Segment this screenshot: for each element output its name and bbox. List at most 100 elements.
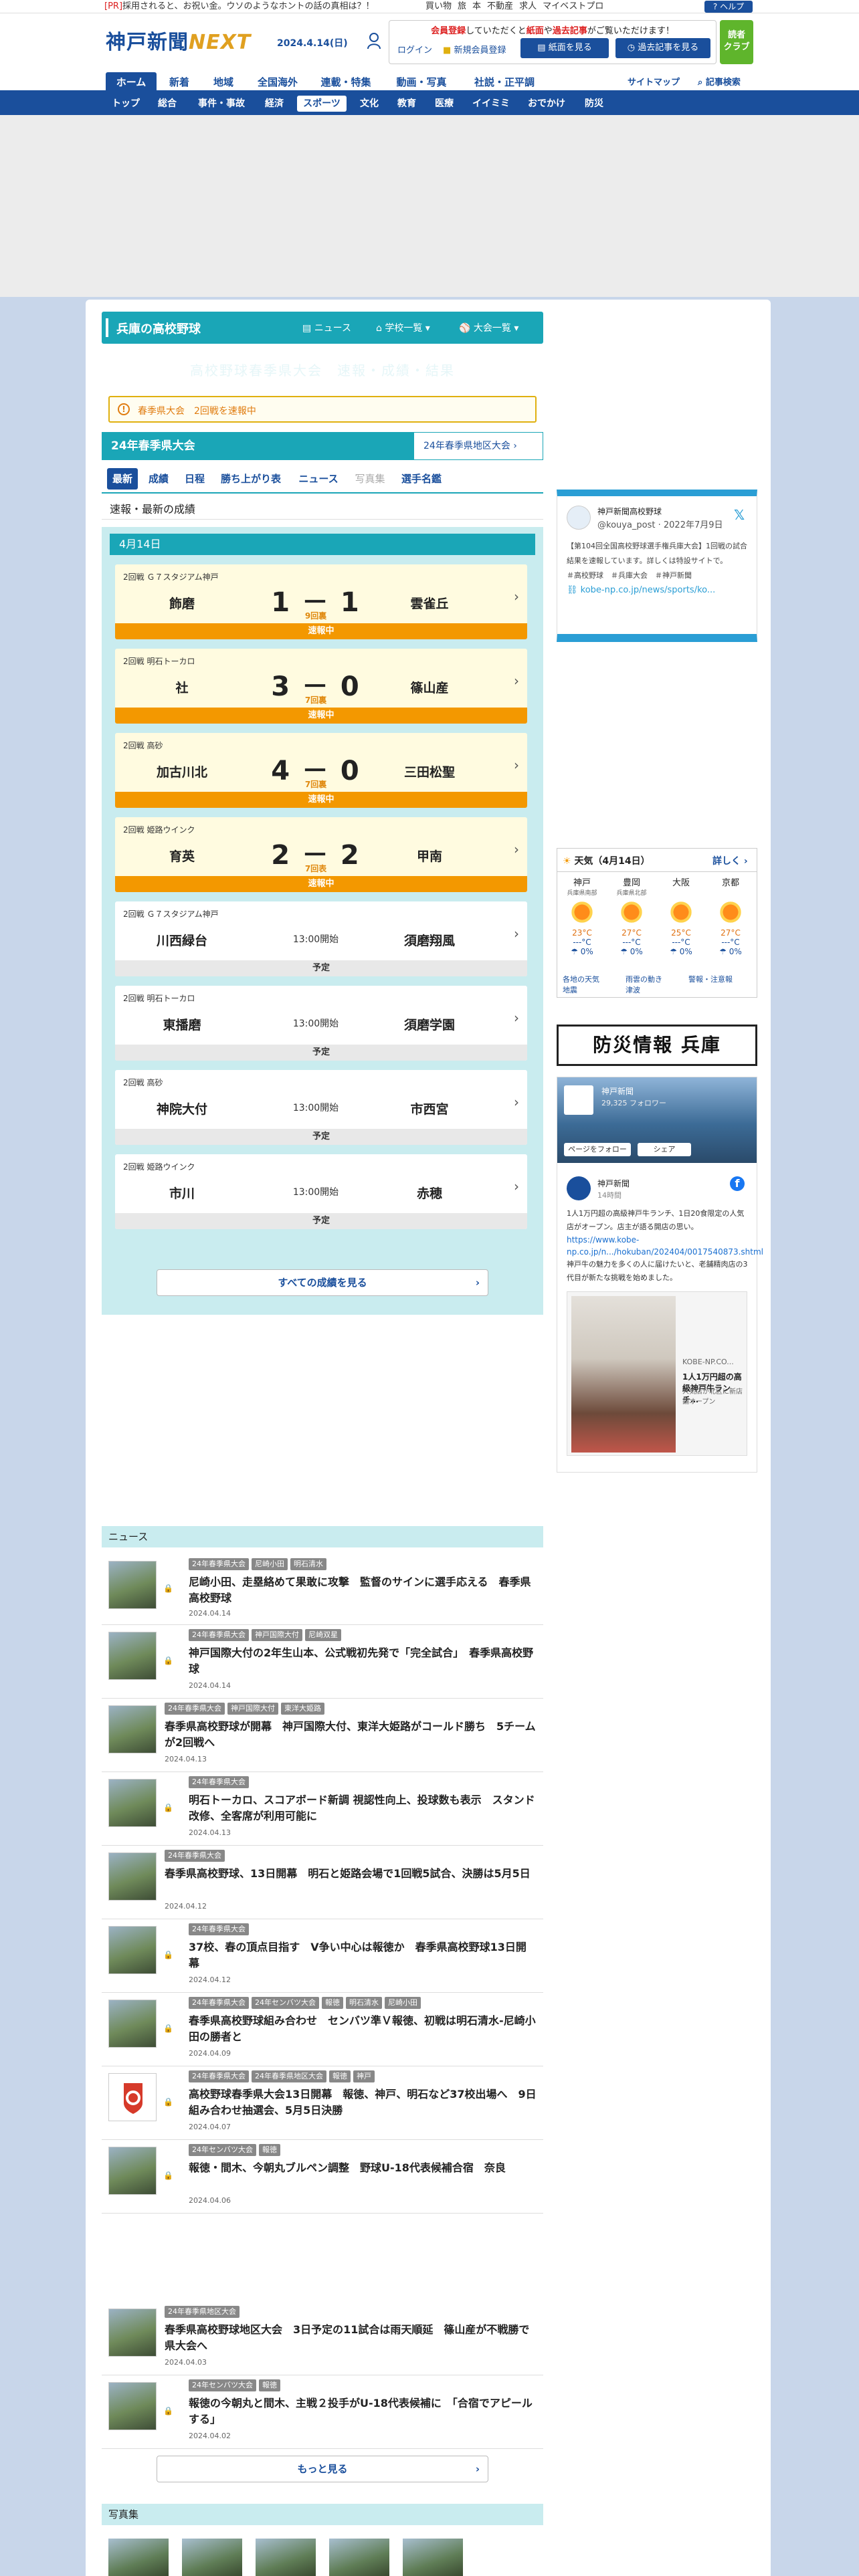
news-tag[interactable]: 報徳 [322,1997,343,2009]
top-link-books[interactable]: 本 [472,1,481,11]
tab-results[interactable]: 成績 [143,468,174,490]
facebook-icon[interactable]: f [730,1176,745,1191]
news-item[interactable]: 🔒 24年春季県大会 尼崎小田 明石清水 尼崎小田、走塁絡めて果敢に攻撃 監督のサイ… [102,1554,543,1625]
news-tag[interactable]: 神戸 [353,2070,375,2082]
news-title[interactable]: 明石トーカロ、スコアボード新調 視認性向上、投球数も表示 スタンド改修、全客席が… [189,1792,537,1824]
subnav-economy[interactable]: 経済 [260,96,289,112]
top-link-travel[interactable]: 旅 [458,1,466,11]
news-title[interactable]: 尼崎小田、走塁絡めて果敢に攻撃 監督のサインに選手応える 春季県高校野球 [189,1574,537,1606]
weather-link-earthquake[interactable]: 地震 [563,985,626,996]
news-item[interactable]: 🔒 24年春季県大会 明石トーカロ、スコアボード新調 視認性向上、投球数も表示 … [102,1772,543,1846]
fb-follow-button[interactable]: ページをフォロー [564,1143,631,1156]
news-tag[interactable]: 尼崎小田 [385,1997,421,2009]
news-tag[interactable]: 24年春季県大会 [189,1923,249,1935]
subnav-top[interactable]: トップ [108,96,143,112]
login-link[interactable]: ログイン [397,43,432,56]
news-tag[interactable]: 東洋大姫路 [281,1703,324,1715]
subnav-education[interactable]: 教育 [392,96,421,112]
photo-thumbnail[interactable] [329,2539,389,2576]
weather-link-tsunami[interactable]: 津波 [626,985,688,996]
tab-news[interactable]: ニュース [293,468,344,490]
nav-home[interactable]: ホーム [106,72,157,92]
news-item[interactable]: 24年春季県大会 神戸国際大付 東洋大姫路 春季県高校野球が開幕 神戸国際大付、東洋… [102,1699,543,1772]
pr-link[interactable]: [PR]採用されると、お祝い金。ウソのようなホントの話の真相は？！ [104,0,375,13]
subnav-sports[interactable]: スポーツ [297,96,347,112]
top-link-realestate[interactable]: 不動産 [487,1,513,11]
photo-thumbnail[interactable] [108,2539,169,2576]
weather-city[interactable]: 大阪 25°C ---°C ☂ 0% [656,875,706,956]
news-item[interactable]: 🔒 24年春季県大会 24年センバツ大会 報徳 明石清水 尼崎小田 春季県高校野球組み合… [102,1993,543,2066]
top-link-jobs[interactable]: 求人 [519,1,537,11]
game-card[interactable]: 2回戦 Ｇ７スタジアム神戸 飾磨 1 － 1 9回裏 雲雀丘 › 速報中 [115,564,527,639]
news-item[interactable]: 🔒 24年センバツ大会 報徳 報徳・間木、今朝丸ブルペン調整 野球U-18代表候補… [102,2140,543,2214]
section-news-link[interactable]: ▤ ニュース [302,321,351,334]
tab-latest[interactable]: 最新 [107,468,138,490]
weather-link-local[interactable]: 各地の天気 [563,974,626,985]
reader-club-button[interactable]: 読者 クラブ [720,20,753,64]
news-tag[interactable]: 24年センバツ大会 [189,2379,256,2391]
view-paper-button[interactable]: ▤ 紙面を見る [520,38,609,58]
game-card[interactable]: 2回戦 Ｇ７スタジアム神戸 川西緑台 13:00開始 須磨翔風 › 予定 [115,901,527,976]
all-results-button[interactable]: すべての成績を見る › [157,1269,488,1296]
news-item[interactable]: 🔒 24年春季県大会 神戸国際大付 尼崎双星 神戸国際大付の2年生山本、公式戦初先発… [102,1625,543,1699]
nav-region[interactable]: 地域 [203,72,244,92]
news-item[interactable]: 🔒 24年センバツ大会 報徳 報徳の今朝丸と間木、主戦２投手がU-18代表候補に … [102,2375,543,2449]
news-title[interactable]: 春季県高校野球組み合わせ センバツ準Ｖ報徳、初戦は明石清水-尼崎小田の勝者と [189,2013,537,2045]
live-alert[interactable]: ! 春季県大会 2回戦を速報中 [108,396,537,423]
section-schools-link[interactable]: ⌂ 学校一覧 ▾ [376,321,430,334]
nav-national[interactable]: 全国海外 [248,72,308,92]
subnav-incidents[interactable]: 事件・事故 [193,96,250,112]
facebook-widget[interactable]: 神戸新聞 29,325 フォロワー ページをフォロー シェア 神戸新聞 14時間… [557,1077,763,1473]
sitemap-link[interactable]: サイトマップ [628,75,680,88]
weather-link-radar[interactable]: 雨雲の動き [626,974,688,985]
x-post-link[interactable]: ⛓ kobe-np.co.jp/news/sports/ko... [567,583,747,598]
game-card[interactable]: 2回戦 姫路ウインク 市川 13:00開始 赤穂 › 予定 [115,1154,527,1229]
news-title[interactable]: 報徳の今朝丸と間木、主戦２投手がU-18代表候補に 「合宿でアピールする」 [189,2395,537,2428]
news-tag[interactable]: 24年春季県大会 [165,1703,225,1715]
news-tag[interactable]: 24年春季県地区大会 [165,2306,240,2318]
fb-share-button[interactable]: シェア [638,1143,691,1156]
news-tag[interactable]: 24年春季県大会 [189,1558,249,1570]
news-tag[interactable]: 24年春季県大会 [165,1850,225,1862]
news-tag[interactable]: 24年春季県大会 [189,1629,249,1641]
more-news-button[interactable]: もっと見る › [157,2456,488,2482]
tab-photos[interactable]: 写真集 [349,468,391,490]
past-articles-button[interactable]: ◷ 過去記事を見る [615,38,710,58]
news-item[interactable]: 24年春季県大会 春季県高校野球、13日開幕 明石と姫路会場で1回戦5試合、決勝… [102,1846,543,1919]
subnav-iimimi[interactable]: イイミミ [468,96,514,112]
nav-series[interactable]: 連載・特集 [312,72,380,92]
news-item[interactable]: 🔒 24年春季県大会 37校、春の頂点目指す V争い中心は報徳か 春季県高校野球… [102,1919,543,1993]
weather-detail-link[interactable]: 詳しく › [712,854,748,867]
news-tag[interactable]: 報徳 [259,2379,280,2391]
fb-poster-name[interactable]: 神戸新聞 [597,1178,630,1189]
nav-video[interactable]: 動画・写真 [388,72,455,92]
weather-city[interactable]: 京都 27°C ---°C ☂ 0% [706,875,755,956]
register-link[interactable]: ■ 新規会員登録 [443,43,506,56]
news-tag[interactable]: 報徳 [259,2144,280,2156]
news-tag[interactable]: 明石清水 [346,1997,382,2009]
news-item[interactable]: 24年春季県地区大会 春季県高校野球地区大会 3日予定の11試合は雨天順延 篠山… [102,2302,543,2375]
news-title[interactable]: 神戸国際大付の2年生山本、公式戦初先発で「完全試合」 春季県高校野球 [189,1645,537,1677]
news-title[interactable]: 報徳・間木、今朝丸ブルペン調整 野球U-18代表候補合宿 奈良 [189,2160,537,2176]
nav-new[interactable]: 新着 [161,72,198,92]
fb-page-name[interactable]: 神戸新聞 [601,1085,634,1097]
photo-thumbnail[interactable] [256,2539,316,2576]
top-link-mybestpro[interactable]: マイベストプロ [543,1,603,11]
game-card[interactable]: 2回戦 明石トーカロ 社 3 － 0 7回裏 篠山産 › 速報中 [115,649,527,724]
tournament-other-link[interactable]: 24年春季県地区大会 › [413,432,543,460]
section-tournaments-link[interactable]: ⚾ 大会一覧 ▾ [459,321,518,334]
help-button[interactable]: ? ヘルプ [704,1,753,13]
weather-link-warnings[interactable]: 警報・注意報 [688,974,751,985]
game-card[interactable]: 2回戦 高砂 神院大付 13:00開始 市西宮 › 予定 [115,1070,527,1145]
news-tag[interactable]: 24年春季県大会 [189,1997,249,2009]
weather-city[interactable]: 神戸 兵庫県南部 23°C ---°C ☂ 0% [557,875,607,956]
game-card[interactable]: 2回戦 姫路ウインク 育英 2 － 2 7回表 甲南 › 速報中 [115,817,527,892]
x-embed-widget[interactable]: 神戸新聞高校野球 @kouya_post · 2022年7月9日 𝕏 【第104… [557,490,757,642]
top-link-shopping[interactable]: 買い物 [425,1,452,11]
subnav-general[interactable]: 総合 [153,96,182,112]
fb-link-preview[interactable]: KOBE-NP.CO... 1人1万円超の高級神戸牛ランチ… 人気店が北区に新店… [567,1291,747,1456]
news-tag[interactable]: 24年センバツ大会 [252,1997,319,2009]
tab-schedule[interactable]: 日程 [179,468,210,490]
news-title[interactable]: 春季県高校野球、13日開幕 明石と姫路会場で1回戦5試合、決勝は5月5日 [165,1866,537,1882]
news-tag[interactable]: 24年センバツ大会 [189,2144,256,2156]
